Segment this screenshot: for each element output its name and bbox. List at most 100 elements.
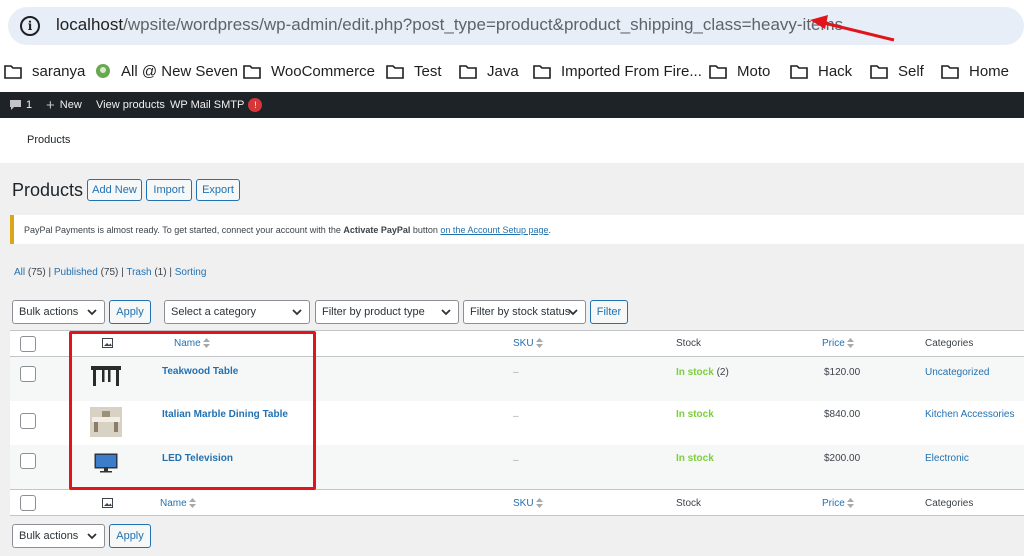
page-title: Products bbox=[12, 180, 84, 200]
woocommerce-header: Products bbox=[0, 118, 1024, 163]
product-type-select[interactable]: Filter by product type bbox=[315, 300, 459, 324]
sort-icon bbox=[202, 338, 210, 349]
bookmark-woocommerce[interactable]: WooCommerce bbox=[243, 60, 375, 82]
chevron-down-icon bbox=[87, 309, 97, 316]
view-trash-count: (1) bbox=[154, 267, 167, 278]
column-name[interactable]: Name bbox=[174, 338, 210, 349]
table-header-row: Name SKU Stock Price Categories bbox=[10, 331, 1024, 357]
bookmark-moto[interactable]: Moto bbox=[709, 60, 770, 82]
column-name[interactable]: Name bbox=[160, 498, 196, 509]
product-name-link[interactable]: Italian Marble Dining Table bbox=[162, 409, 288, 420]
row-checkbox[interactable] bbox=[20, 413, 36, 429]
export-button[interactable]: Export bbox=[196, 179, 240, 201]
teakwood-table-thumbnail[interactable] bbox=[90, 365, 122, 387]
view-trash[interactable]: Trash bbox=[126, 267, 151, 278]
column-categories: Categories bbox=[925, 338, 974, 349]
category-link[interactable]: Electronic bbox=[925, 453, 969, 464]
stock-status: In stock (2) bbox=[676, 367, 729, 378]
folder-icon bbox=[386, 64, 404, 79]
bookmark-test[interactable]: Test bbox=[386, 60, 442, 82]
bulk-actions-select-bottom[interactable]: Bulk actions bbox=[12, 524, 105, 548]
apply-button-bottom[interactable]: Apply bbox=[109, 524, 151, 548]
folder-icon bbox=[870, 64, 888, 79]
bookmark-java[interactable]: Java bbox=[459, 60, 519, 82]
category-link[interactable]: Kitchen Accessories bbox=[925, 409, 1015, 420]
bookmark-all-new-seven[interactable]: All @ New Seven bbox=[95, 60, 238, 82]
product-name-link[interactable]: LED Television bbox=[162, 453, 233, 464]
stock-status: In stock bbox=[676, 453, 714, 464]
column-sku[interactable]: SKU bbox=[513, 338, 543, 349]
category-value: Select a category bbox=[171, 306, 256, 318]
bookmark-imported[interactable]: Imported From Fire... bbox=[533, 60, 702, 82]
folder-icon bbox=[243, 64, 261, 79]
apply-button[interactable]: Apply bbox=[109, 300, 151, 324]
column-price[interactable]: Price bbox=[822, 498, 854, 509]
stock-status-select[interactable]: Filter by stock status bbox=[463, 300, 586, 324]
view-published[interactable]: Published bbox=[54, 267, 98, 278]
comments-link[interactable]: 1 bbox=[10, 92, 32, 118]
folder-icon bbox=[533, 64, 551, 79]
red-arrow-annotation-icon bbox=[810, 15, 895, 42]
notice-text: PayPal Payments is almost ready. To get … bbox=[24, 224, 344, 235]
folder-icon bbox=[941, 64, 959, 79]
column-name-label: Name bbox=[174, 338, 201, 349]
status-views: All (75) | Published (75) | Trash (1) | … bbox=[14, 267, 206, 278]
row-checkbox[interactable] bbox=[20, 453, 36, 469]
new-label: New bbox=[59, 99, 82, 111]
paypal-notice: PayPal Payments is almost ready. To get … bbox=[10, 215, 1024, 244]
bookmark-saranya[interactable]: saranya bbox=[4, 60, 85, 82]
column-price[interactable]: Price bbox=[822, 338, 854, 349]
bookmark-label: saranya bbox=[32, 62, 86, 80]
bulk-actions-value: Bulk actions bbox=[19, 306, 79, 318]
bookmark-label: Self bbox=[898, 62, 924, 80]
category-link[interactable]: Uncategorized bbox=[925, 367, 989, 378]
url-text[interactable]: localhost/wpsite/wordpress/wp-admin/edit… bbox=[56, 15, 843, 35]
account-setup-link[interactable]: on the Account Setup page bbox=[440, 225, 548, 235]
site-info-icon[interactable]: i bbox=[20, 16, 40, 36]
url-path: /wpsite/wordpress/wp-admin/edit.php?post… bbox=[123, 15, 844, 34]
view-all[interactable]: All bbox=[14, 267, 25, 278]
bulk-actions-select[interactable]: Bulk actions bbox=[12, 300, 105, 324]
android-icon bbox=[96, 64, 110, 78]
price-value: $840.00 bbox=[824, 409, 861, 420]
bookmark-label: Imported From Fire... bbox=[561, 62, 702, 80]
view-products-link[interactable]: View products bbox=[96, 92, 165, 118]
column-categories: Categories bbox=[925, 498, 974, 509]
view-published-count: (75) bbox=[100, 267, 119, 278]
column-sku-label: SKU bbox=[513, 498, 534, 509]
view-sorting[interactable]: Sorting bbox=[175, 267, 207, 278]
price-value: $200.00 bbox=[824, 453, 861, 464]
stock-status-value: Filter by stock status bbox=[470, 306, 571, 318]
select-all-checkbox[interactable] bbox=[20, 495, 36, 511]
bookmark-hack[interactable]: Hack bbox=[790, 60, 852, 82]
add-new-button[interactable]: Add New bbox=[87, 179, 142, 201]
column-sku[interactable]: SKU bbox=[513, 498, 543, 509]
marble-dining-table-thumbnail[interactable] bbox=[90, 407, 122, 437]
bookmark-home[interactable]: Home bbox=[941, 60, 1009, 82]
table-footer-row: Name SKU Stock Price Categories bbox=[10, 489, 1024, 516]
wp-mail-smtp-link[interactable]: WP Mail SMTP ! bbox=[170, 92, 263, 118]
product-type-value: Filter by product type bbox=[322, 306, 425, 318]
import-button[interactable]: Import bbox=[146, 179, 192, 201]
stock-qty: (2) bbox=[713, 367, 729, 378]
column-price-label: Price bbox=[822, 498, 845, 509]
product-name-link[interactable]: Teakwood Table bbox=[162, 366, 238, 377]
bookmark-label: Moto bbox=[737, 62, 771, 80]
bookmark-label: Hack bbox=[818, 62, 853, 80]
category-select[interactable]: Select a category bbox=[164, 300, 310, 324]
smtp-alert-badge: ! bbox=[248, 98, 263, 112]
bookmark-self[interactable]: Self bbox=[870, 60, 924, 82]
led-television-thumbnail[interactable] bbox=[94, 453, 118, 473]
column-sku-label: SKU bbox=[513, 338, 534, 349]
bookmark-label: Java bbox=[487, 62, 519, 80]
sku-value: – bbox=[513, 411, 519, 422]
column-stock: Stock bbox=[676, 338, 702, 349]
header-breadcrumb: Products bbox=[27, 134, 71, 146]
new-content-link[interactable]: + New bbox=[46, 92, 82, 118]
table-row: Teakwood Table – In stock (2) $120.00 Un… bbox=[10, 357, 1024, 401]
filter-button[interactable]: Filter bbox=[590, 300, 628, 324]
bulk-actions-value: Bulk actions bbox=[19, 530, 79, 542]
view-all-count: (75) bbox=[27, 267, 46, 278]
select-all-checkbox[interactable] bbox=[20, 336, 36, 352]
row-checkbox[interactable] bbox=[20, 366, 36, 382]
